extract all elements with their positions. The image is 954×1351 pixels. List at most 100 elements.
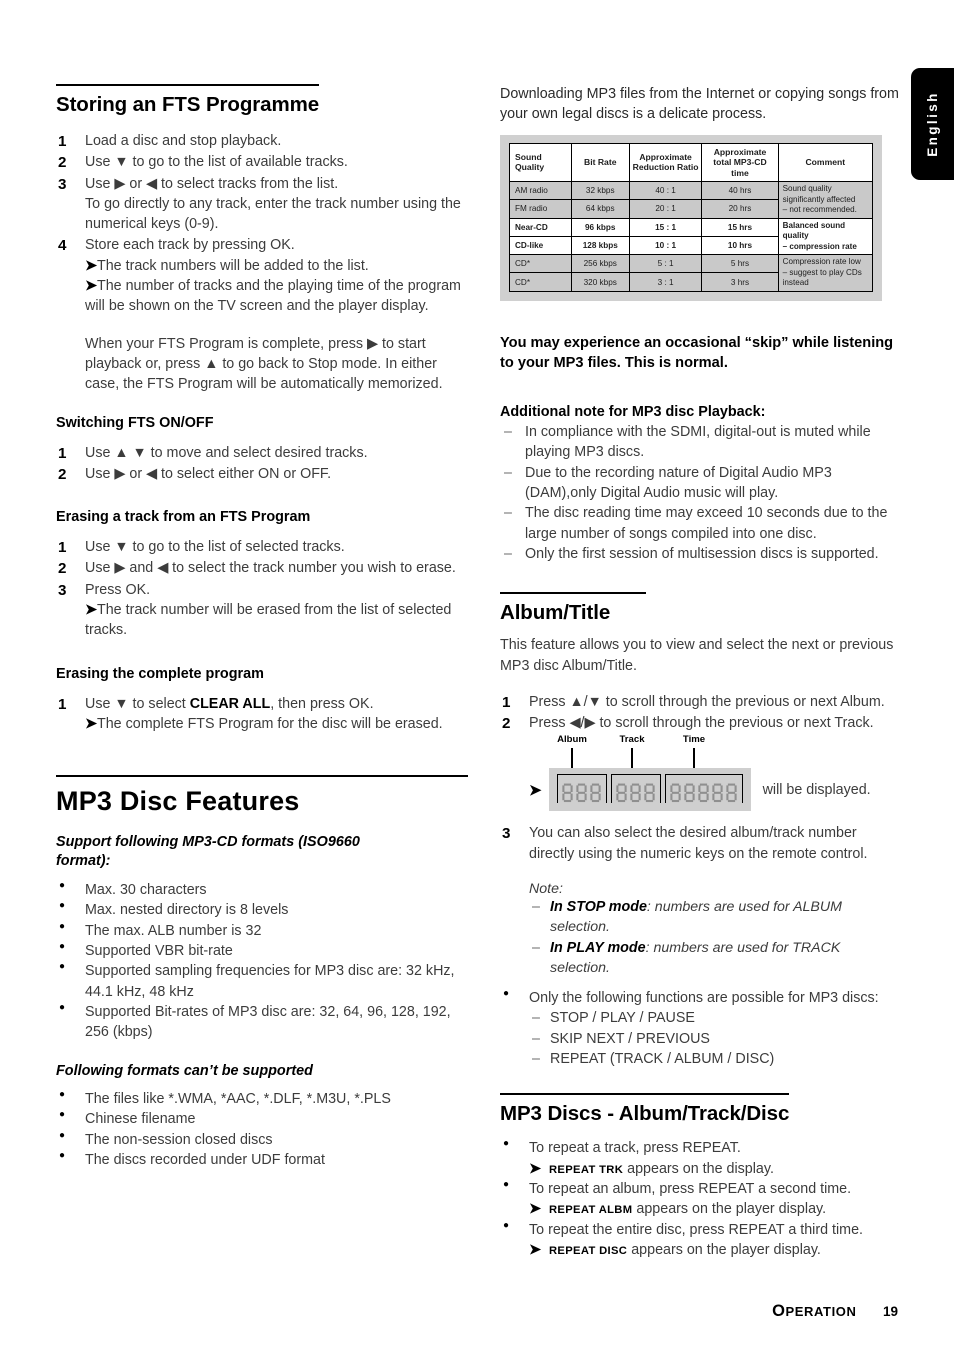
list-item: Supported Bit-rates of MP3 disc are: 32,… <box>56 1001 468 1043</box>
list-item: The discs recorded under UDF format <box>56 1149 468 1170</box>
footer-page-number: 19 <box>882 1304 898 1319</box>
table-header-row: Sound Quality Bit Rate Approximate Reduc… <box>509 142 874 183</box>
bullets-repeat-functions: To repeat a track, press REPEAT. ➤REPEAT… <box>500 1137 900 1260</box>
list-item: STOP / PLAY / PAUSE <box>529 1008 900 1029</box>
heading-storing-fts: Storing an FTS Programme <box>56 84 319 117</box>
language-tab-label: English <box>925 91 940 157</box>
heading-mp3-discs-repeat: MP3 Discs - Album/Track/Disc <box>500 1093 789 1126</box>
table-row: AM radio 32 kbps 40 : 1 40 hrs Sound qua… <box>509 181 874 219</box>
step-number: 2 <box>58 560 67 578</box>
arrow-icon: ➤ <box>85 602 97 619</box>
manual-page: English Storing an FTS Programme 1 Load … <box>0 0 954 1351</box>
seven-segment-digit-icon <box>698 783 709 803</box>
cell-sound-quality: CD* <box>509 254 572 274</box>
cell-sound-quality: CD* <box>509 272 572 292</box>
step-number: 1 <box>502 693 511 711</box>
notice-skip-normal: You may experience an occasional “skip” … <box>500 335 894 372</box>
cell-bit-rate: 256 kbps <box>570 254 630 274</box>
repeat-result-line: ➤ REPEAT DISC appears on the player displ… <box>529 1240 900 1260</box>
display-label-album: Album <box>557 734 587 746</box>
heading-erasing-complete: Erasing the complete program <box>56 665 264 682</box>
step-number: 4 <box>58 237 67 255</box>
list-item: 3 You can also select the desired album/… <box>500 823 900 864</box>
lcd-group-album <box>556 774 607 804</box>
list-item: 1 Use ▼ to select CLEAR ALL, then press … <box>56 694 468 735</box>
step-number: 3 <box>58 175 67 193</box>
note-items: In STOP mode: numbers are used for ALBUM… <box>529 897 900 978</box>
arrow-icon: ➤ <box>529 781 542 799</box>
step3-numeric-keys: 3 You can also select the desired album/… <box>500 823 900 864</box>
seven-segment-digit-icon <box>562 783 573 803</box>
display-label-track: Track <box>619 734 645 746</box>
player-display-figure: Album Track Time ➤ will be displayed. <box>500 734 900 812</box>
step-text: Load a disc and stop playback. <box>85 133 282 149</box>
cell-sound-quality: Near-CD <box>509 217 572 237</box>
seven-segment-digit-icon <box>616 783 627 803</box>
lcd-panel <box>548 768 751 812</box>
step-number: 2 <box>58 154 67 172</box>
repeat-result-line: ➤ REPEAT ALBM appears on the player displ… <box>529 1199 900 1219</box>
list-item: 3 Press OK. ➤The track number will be er… <box>56 580 468 641</box>
step-text: Use ▼ to go to the list of selected trac… <box>85 539 345 556</box>
cell-time: 10 hrs <box>701 235 779 256</box>
table-row: Near-CD 96 kbps 15 : 1 15 hrs Balanced s… <box>509 217 874 256</box>
seven-segment-digit-icon <box>644 783 655 803</box>
step-text-post: , then press OK. <box>270 695 374 712</box>
arrow-icon: ➤ <box>85 257 97 274</box>
list-item: 1 Use ▲ ▼ to move and select desired tra… <box>56 443 468 463</box>
step-text: You can also select the desired album/tr… <box>529 825 868 862</box>
cell-ratio: 15 : 1 <box>628 217 703 237</box>
cell-ratio: 40 : 1 <box>628 181 703 201</box>
paragraph-downloading-mp3: Downloading MP3 files from the Internet … <box>500 86 899 123</box>
heading-additional-note: Additional note for MP3 disc Playback: <box>500 404 766 421</box>
note-mode-label: In STOP mode <box>550 898 647 915</box>
list-item: The files like *.WMA, *AAC, *.DLF, *.M3U… <box>56 1088 468 1109</box>
list-item: The max. ALB number is 32 <box>56 920 468 941</box>
column-header-reduction-ratio: Approximate Reduction Ratio <box>628 142 703 183</box>
footer-section-label: OPERATION <box>772 1302 857 1320</box>
steps-storing-fts: 1 Load a disc and stop playback. 2 Use ▼… <box>56 131 468 317</box>
cell-time: 3 hrs <box>701 272 779 292</box>
note-label: Note: <box>529 880 563 897</box>
right-column: Downloading MP3 files from the Internet … <box>500 84 900 1260</box>
left-column: Storing an FTS Programme 1 Load a disc a… <box>56 84 468 1170</box>
list-additional-notes: In compliance with the SDMI, digital-out… <box>500 422 900 564</box>
step-text: Press ▲/▼ to scroll through the previous… <box>529 693 885 710</box>
repeat-result-line: ➤ REPEAT TRK appears on the display. <box>529 1159 900 1179</box>
cell-ratio: 3 : 1 <box>628 272 703 292</box>
heading-switching-fts: Switching FTS ON/OFF <box>56 414 214 431</box>
list-item: SKIP NEXT / PREVIOUS <box>529 1029 900 1050</box>
display-group-labels: Album Track Time <box>529 734 900 769</box>
cell-comment: Sound quality significantly affected – n… <box>777 181 874 219</box>
clear-all-label: CLEAR ALL <box>189 695 271 712</box>
step-subtext: To go directly to any track, enter the t… <box>85 195 461 233</box>
display-token: REPEAT DISC <box>549 1244 628 1257</box>
arrow-icon: ➤ <box>529 1160 541 1177</box>
display-tick-time <box>693 748 695 769</box>
step-text: Use ▶ or ◀ to select either ON or OFF. <box>85 465 332 482</box>
list-item: To repeat an album, press REPEAT a secon… <box>500 1178 900 1220</box>
cell-ratio: 5 : 1 <box>628 254 703 274</box>
list-item: 1 Press ▲/▼ to scroll through the previo… <box>500 692 900 712</box>
column-header-sound-quality: Sound Quality <box>509 142 572 183</box>
note-block: Note: In STOP mode: numbers are used for… <box>500 881 900 978</box>
cell-bit-rate: 128 kbps <box>570 235 630 256</box>
heading-erasing-track: Erasing a track from an FTS Program <box>56 509 311 526</box>
cell-sound-quality: AM radio <box>509 181 572 201</box>
functions-sublist: STOP / PLAY / PAUSE SKIP NEXT / PREVIOUS… <box>529 1008 900 1069</box>
steps-erasing-complete: 1 Use ▼ to select CLEAR ALL, then press … <box>56 694 468 735</box>
steps-switching-fts: 1 Use ▲ ▼ to move and select desired tra… <box>56 443 468 485</box>
subheading-unsupported-formats: Following formats can’t be supported <box>56 1063 313 1080</box>
cell-bit-rate: 320 kbps <box>570 272 630 292</box>
step-number: 2 <box>502 715 511 733</box>
step-number: 1 <box>58 539 67 557</box>
list-item: Due to the recording nature of Digital A… <box>500 463 900 504</box>
step-text: Use ▼ to go to the list of available tra… <box>85 154 348 171</box>
list-item: Supported sampling frequencies for MP3 d… <box>56 960 468 1002</box>
list-item: In PLAY mode: numbers are used for TRACK… <box>529 938 900 979</box>
step-arrow-note: ➤The number of tracks and the playing ti… <box>85 278 461 315</box>
display-token: REPEAT ALBM <box>549 1204 633 1217</box>
step-arrow-note: ➤The track number will be erased from th… <box>85 602 452 639</box>
seven-segment-digit-icon <box>684 783 695 803</box>
list-item: Supported VBR bit-rate <box>56 940 468 961</box>
